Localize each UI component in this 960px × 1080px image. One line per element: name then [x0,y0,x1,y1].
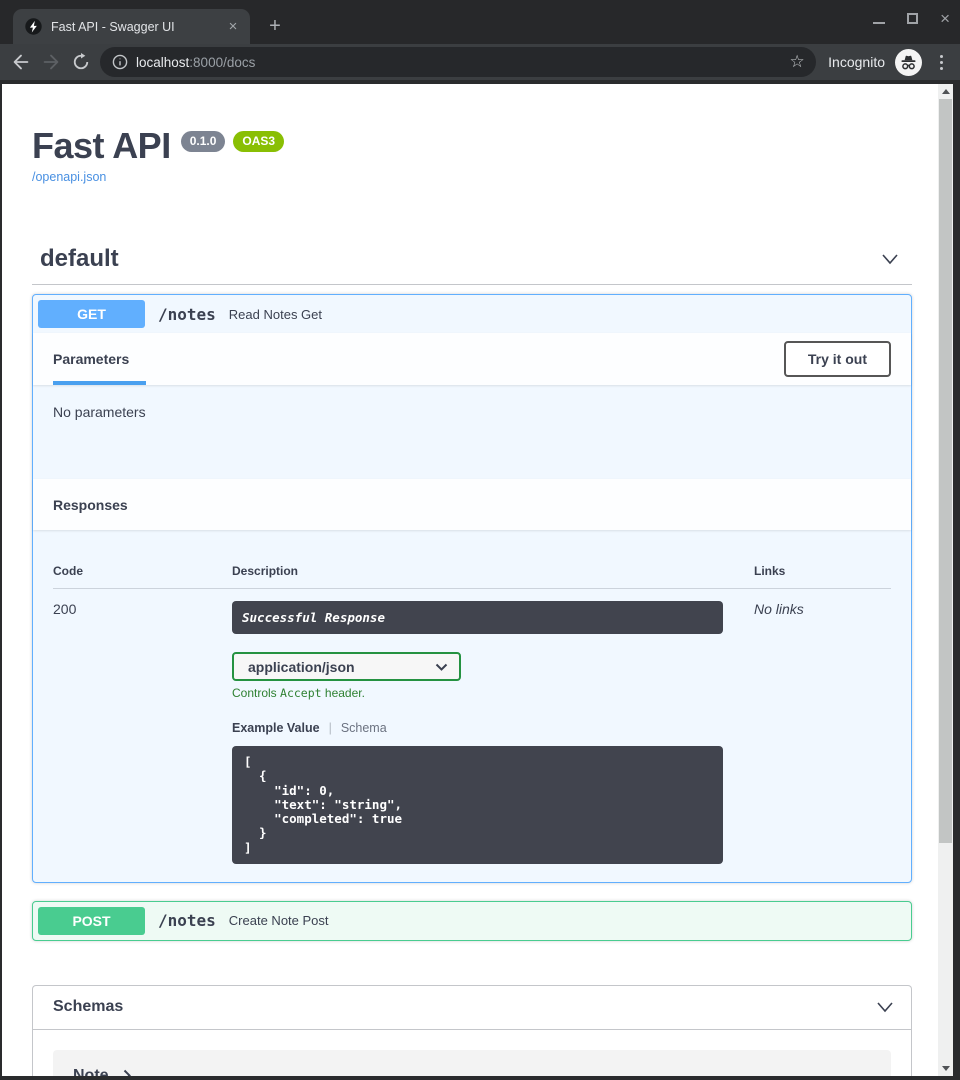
code-column-header: Code [53,564,232,578]
get-notes-summary[interactable]: GET /notes Read Notes Get [33,295,911,333]
model-note-box: Note [53,1050,891,1076]
tab-separator: | [329,721,332,735]
page-scrollbar[interactable] [938,84,953,1076]
example-json-block: [ { "id": 0, "text": "string", "complete… [232,746,723,864]
page-info-icon[interactable] [112,54,128,70]
window-controls: × [873,13,950,24]
tag-section-default[interactable]: default [32,246,912,285]
browser-toolbar: localhost:8000/docs ☆ Incognito [0,44,960,80]
opblock-get-notes: GET /notes Read Notes Get Parameters Try… [32,294,912,883]
schemas-title: Schemas [53,998,123,1016]
links-column-header: Links [754,564,891,578]
api-title: Fast API [32,126,171,166]
get-path: /notes [158,305,216,324]
incognito-label: Incognito [828,54,885,70]
fastapi-favicon-icon [25,18,42,35]
responses-title: Responses [53,497,128,513]
api-badges: 0.1.0 OAS3 [181,131,284,152]
url-host: localhost [136,55,189,70]
description-column-header: Description [232,564,754,578]
scrollbar-thumb[interactable] [939,99,952,843]
try-it-out-button[interactable]: Try it out [784,341,891,377]
post-path: /notes [158,911,216,930]
media-type-select[interactable]: application/json [232,652,461,681]
model-note-name: Note [73,1067,109,1076]
tab-schema[interactable]: Schema [341,721,387,735]
links-value: No links [754,601,891,634]
api-header: Fast API 0.1.0 OAS3 [32,126,912,166]
forward-button[interactable] [36,47,66,77]
browser-tab[interactable]: Fast API - Swagger UI × [13,9,250,44]
address-bar[interactable]: localhost:8000/docs ☆ [100,47,816,77]
schemas-chevron-down-icon[interactable] [875,998,895,1016]
tab-close-icon[interactable]: × [224,18,242,36]
responses-body: Code Description Links 200 Successful Re… [33,530,911,882]
tab-title: Fast API - Swagger UI [51,20,224,34]
post-summary-text: Create Note Post [229,913,329,928]
media-type-area: application/json Controls Accept header.… [232,652,891,864]
scrollbar-down-arrow[interactable] [938,1061,953,1076]
post-method-badge: POST [38,907,145,935]
accept-header-hint: Controls Accept header. [232,686,891,700]
browser-menu-icon[interactable] [930,49,952,75]
post-notes-summary[interactable]: POST /notes Create Note Post [33,902,911,940]
oas3-badge: OAS3 [233,131,284,152]
status-code: 200 [53,601,232,634]
incognito-icon [895,49,922,76]
window-close-button[interactable]: × [940,13,950,24]
bookmark-star-icon[interactable]: ☆ [784,49,810,75]
tab-example-value[interactable]: Example Value [232,721,320,735]
get-summary-text: Read Notes Get [229,307,322,322]
back-button[interactable] [6,47,36,77]
example-schema-tabs: Example Value | Schema [232,721,891,735]
response-description: Successful Response [232,601,723,634]
window-minimize-button[interactable] [873,22,885,24]
accept-code: Accept [280,686,322,700]
window-maximize-button[interactable] [907,13,918,24]
select-chevron-down-icon [435,663,448,671]
parameters-body: No parameters [33,385,911,479]
responses-header: Responses [33,479,911,530]
no-parameters-text: No parameters [53,404,146,420]
reload-button[interactable] [66,47,96,77]
url-path: :8000/docs [189,55,255,70]
model-note-toggle[interactable]: Note [73,1067,871,1076]
url-text: localhost:8000/docs [136,55,255,70]
get-method-badge: GET [38,300,145,328]
version-badge: 0.1.0 [181,131,226,152]
schemas-header[interactable]: Schemas [33,986,911,1030]
chevron-right-icon [123,1069,131,1076]
tab-parameters[interactable]: Parameters [53,351,129,367]
parameters-tab-underline [53,381,146,385]
scrollbar-up-arrow[interactable] [938,84,953,99]
swagger-page: Fast API 0.1.0 OAS3 /openapi.json defaul… [2,84,938,1076]
new-tab-button[interactable]: + [262,13,288,39]
chevron-down-icon[interactable] [880,250,900,268]
openapi-spec-link[interactable]: /openapi.json [32,170,106,184]
schemas-section: Schemas Note [32,985,912,1076]
media-type-value: application/json [248,659,355,675]
parameters-header: Parameters Try it out [33,333,911,385]
responses-table-header: Code Description Links [53,550,891,589]
response-row-200: 200 Successful Response No links [53,589,891,634]
browser-tabstrip: Fast API - Swagger UI × + × [0,0,960,44]
tag-title: default [40,246,119,272]
schemas-body: Note [33,1030,911,1076]
opblock-post-notes: POST /notes Create Note Post [32,901,912,941]
